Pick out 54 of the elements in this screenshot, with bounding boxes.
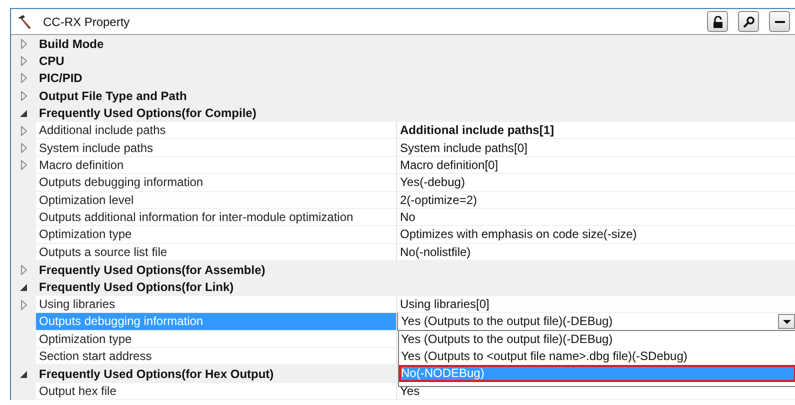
property-value[interactable]: Optimizes with emphasis on code size(-size) [400,227,637,242]
property-name[interactable]: Outputs additional information for inter-module optimization [36,208,397,226]
category-header[interactable]: PIC/PID [36,70,795,88]
property-value[interactable]: Macro definition[0] [400,158,498,172]
lock-icon [712,16,722,28]
property-value[interactable]: Using libraries[0] [400,297,490,312]
property-name[interactable]: Macro definition [36,156,397,174]
category-header[interactable]: CPU [36,52,795,70]
hammer-icon [16,14,34,30]
property-value[interactable]: System include paths[0] [400,140,528,155]
caret-down-icon [782,320,790,324]
caret-right-icon[interactable] [20,73,26,84]
caret-right-icon[interactable] [20,126,26,136]
property-value[interactable]: No [400,210,416,224]
property-value[interactable]: Yes(-debug) [400,175,465,190]
caret-right-icon[interactable] [20,90,26,101]
property-name[interactable]: System include paths [36,139,397,157]
caret-right-icon[interactable] [20,143,26,154]
property-name[interactable]: Section start address [36,348,397,366]
caret-down-icon[interactable] [20,284,27,291]
property-name[interactable]: Optimization level [36,192,397,209]
category-header[interactable]: Build Mode [36,35,795,52]
dropdown-option[interactable]: Yes (Outputs to the output file)(-DEBug) [399,330,795,348]
property-name[interactable]: Outputs debugging information [36,174,397,192]
property-value[interactable]: No(-nolistfile) [400,244,471,259]
property-value[interactable]: Yes [400,384,420,398]
dropdown-button[interactable] [778,314,795,330]
property-name[interactable]: Outputs a source list file [36,244,397,262]
property-value[interactable]: 2(-optimize=2) [400,192,478,207]
caret-right-icon[interactable] [20,160,26,170]
caret-right-icon[interactable] [20,264,26,275]
property-name[interactable]: Optimization type [36,330,397,348]
lock-button[interactable] [707,11,728,32]
category-header[interactable]: Frequently Used Options(for Link) [36,278,795,296]
caret-down-icon[interactable] [20,110,27,117]
search-button[interactable] [738,11,759,32]
property-value[interactable]: Additional include paths[1] [400,123,554,138]
property-name[interactable]: Additional include paths [36,122,397,140]
property-value[interactable]: Yes (Outputs to the output file)(-DEBug) [401,314,613,328]
minimize-icon [774,20,784,22]
property-name[interactable]: Using libraries [36,296,397,314]
caret-right-icon[interactable] [20,38,26,49]
caret-down-icon[interactable] [20,370,27,378]
category-header[interactable]: Output File Type and Path [36,87,795,105]
minimize-button[interactable] [769,11,790,32]
caret-right-icon[interactable] [20,56,26,66]
window-title: CC-RX Property [43,14,130,28]
category-header[interactable]: Frequently Used Options(for Assemble) [36,261,795,278]
search-icon [742,16,754,28]
property-name[interactable]: Output hex file [36,382,397,400]
property-name[interactable]: Optimization type [36,226,397,244]
dropdown-option[interactable]: Yes (Outputs to <output file name>.dbg file)(-SDebug) [399,348,795,365]
category-header[interactable]: Frequently Used Options(for Compile) [36,104,795,122]
caret-right-icon[interactable] [20,300,26,310]
